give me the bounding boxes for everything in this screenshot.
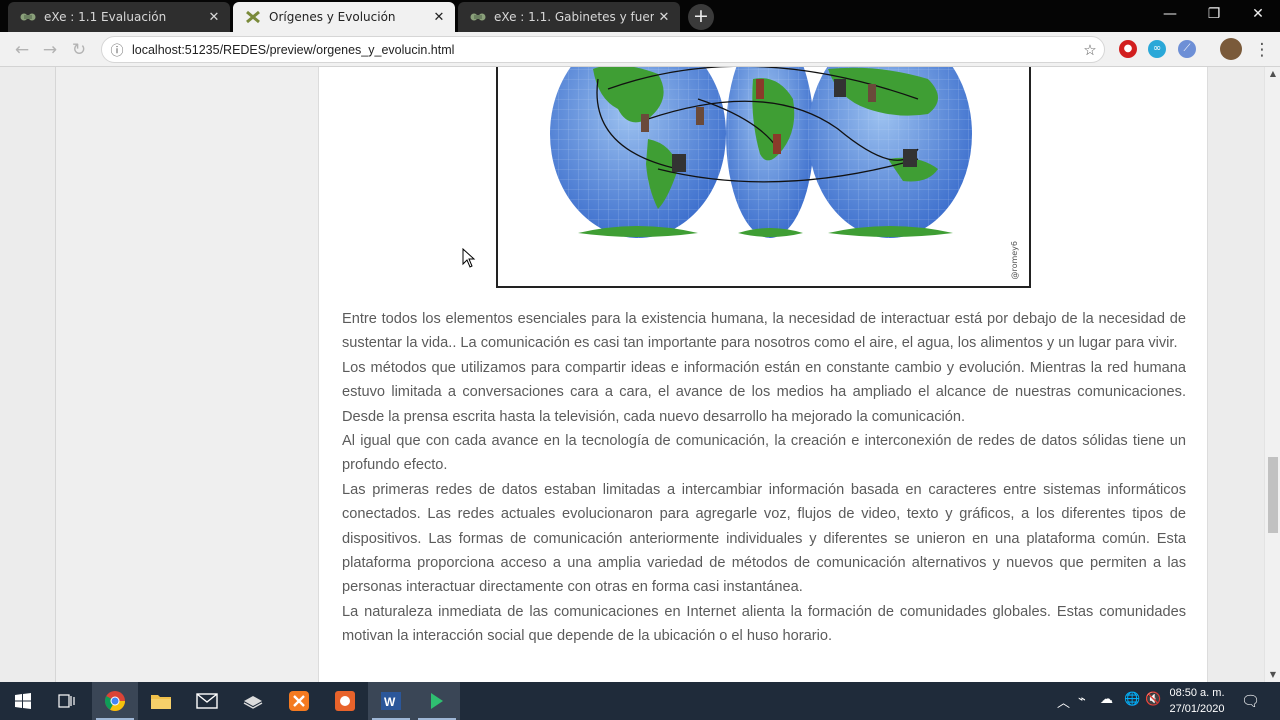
article-body: Entre todos los elementos esenciales par… — [342, 307, 1186, 649]
system-clock[interactable]: 08:50 a. m. 27/01/2020 — [1160, 685, 1234, 717]
close-tab-icon[interactable]: ✕ — [429, 10, 449, 25]
new-tab-button[interactable]: + — [688, 4, 714, 30]
content-column: @romey6 Entre todos los elementos esenci… — [318, 67, 1208, 682]
svg-text:W: W — [384, 695, 396, 709]
close-tab-icon[interactable]: ✕ — [654, 10, 674, 25]
windows-taskbar: W ︿ ⌁ ☁ 🌐 🔇 08:50 a. m. 27/01/2020 🗨 — [0, 682, 1280, 720]
scroll-up-icon[interactable]: ▲ — [1265, 67, 1280, 81]
clock-date: 27/01/2020 — [1169, 703, 1225, 715]
tab-label: Orígenes y Evolución — [269, 10, 396, 24]
paragraph: Los métodos que utilizamos para comparti… — [342, 359, 1186, 425]
forward-icon[interactable]: → — [38, 38, 62, 62]
power-icon[interactable]: ⌁ — [1078, 692, 1086, 707]
bookmark-star-icon[interactable]: ☆ — [1076, 41, 1104, 59]
menu-icon[interactable]: ⋮ — [1250, 38, 1274, 62]
reload-icon[interactable]: ↻ — [67, 38, 91, 62]
tab-label: eXe : 1.1 Evaluación — [44, 10, 167, 24]
world-network-image: @romey6 — [496, 67, 1031, 288]
xampp-icon[interactable] — [276, 682, 322, 720]
minimize-icon[interactable]: — — [1148, 0, 1192, 28]
file-explorer-icon[interactable] — [138, 682, 184, 720]
paragraph: Al igual que con cada avance en la tecno… — [342, 433, 1186, 474]
tab-evaluacion[interactable]: eXe : 1.1 Evaluación ✕ — [8, 2, 230, 32]
tab-strip: eXe : 1.1 Evaluación ✕ Orígenes y Evoluc… — [0, 0, 1280, 32]
word-icon[interactable]: W — [368, 682, 414, 720]
paragraph: Entre todos los elementos esenciales par… — [342, 311, 1186, 352]
paragraph: La naturaleza inmediata de las comunicac… — [342, 603, 1186, 645]
back-icon[interactable]: ← — [10, 38, 34, 62]
cloud-icon[interactable]: ☁ — [1100, 692, 1113, 707]
maximize-icon[interactable]: ❐ — [1192, 0, 1236, 28]
extension-red-icon[interactable]: ● — [1119, 40, 1137, 58]
volume-muted-icon[interactable]: 🔇 — [1145, 692, 1161, 707]
mouse-cursor-icon — [462, 248, 476, 268]
close-tab-icon[interactable]: ✕ — [204, 10, 224, 25]
paragraph: Las primeras redes de datos estaban limi… — [342, 481, 1186, 596]
scroll-down-icon[interactable]: ▼ — [1265, 668, 1280, 682]
left-column — [55, 67, 318, 682]
address-bar[interactable]: ⓘ localhost:51235/REDES/preview/orgenes_… — [101, 36, 1105, 63]
clock-time: 08:50 a. m. — [1169, 687, 1225, 699]
tab-origenes[interactable]: Orígenes y Evolución ✕ — [233, 2, 455, 32]
browser-toolbar: ← → ↻ ⓘ localhost:51235/REDES/preview/or… — [0, 32, 1280, 67]
show-hidden-icons-icon[interactable]: ︿ — [1057, 692, 1070, 711]
task-view-icon[interactable] — [44, 682, 90, 720]
mail-icon[interactable] — [184, 682, 230, 720]
site-info-icon[interactable]: ⓘ — [102, 40, 132, 59]
notifications-icon[interactable]: 🗨 — [1241, 692, 1260, 710]
vertical-scrollbar[interactable]: ▲ ▼ — [1264, 67, 1280, 682]
app-stack-icon[interactable] — [230, 682, 276, 720]
close-window-icon[interactable]: ✕ — [1236, 0, 1280, 28]
exe-favicon-icon — [470, 9, 486, 25]
exe-app-icon[interactable] — [414, 682, 460, 720]
network-icon[interactable]: 🌐 — [1124, 692, 1140, 707]
chrome-taskbar-icon[interactable] — [92, 682, 138, 720]
image-credit: @romey6 — [1010, 241, 1019, 280]
extension-link-icon[interactable]: ⟋ — [1178, 40, 1196, 58]
page-viewport: @romey6 Entre todos los elementos esenci… — [0, 67, 1264, 682]
url-text[interactable]: localhost:51235/REDES/preview/orgenes_y_… — [132, 43, 1076, 57]
extension-blue-icon[interactable]: ∞ — [1148, 40, 1166, 58]
exe-favicon-icon — [245, 9, 261, 25]
profile-avatar[interactable] — [1220, 38, 1242, 60]
exe-favicon-icon — [20, 9, 36, 25]
tab-gabinetes[interactable]: eXe : 1.1. Gabinetes y fuentes de ✕ — [458, 2, 680, 32]
windows-start-icon[interactable] — [0, 682, 46, 720]
scrollbar-thumb[interactable] — [1268, 457, 1278, 533]
orange-app-icon[interactable] — [322, 682, 368, 720]
tab-label: eXe : 1.1. Gabinetes y fuentes de — [494, 10, 654, 24]
